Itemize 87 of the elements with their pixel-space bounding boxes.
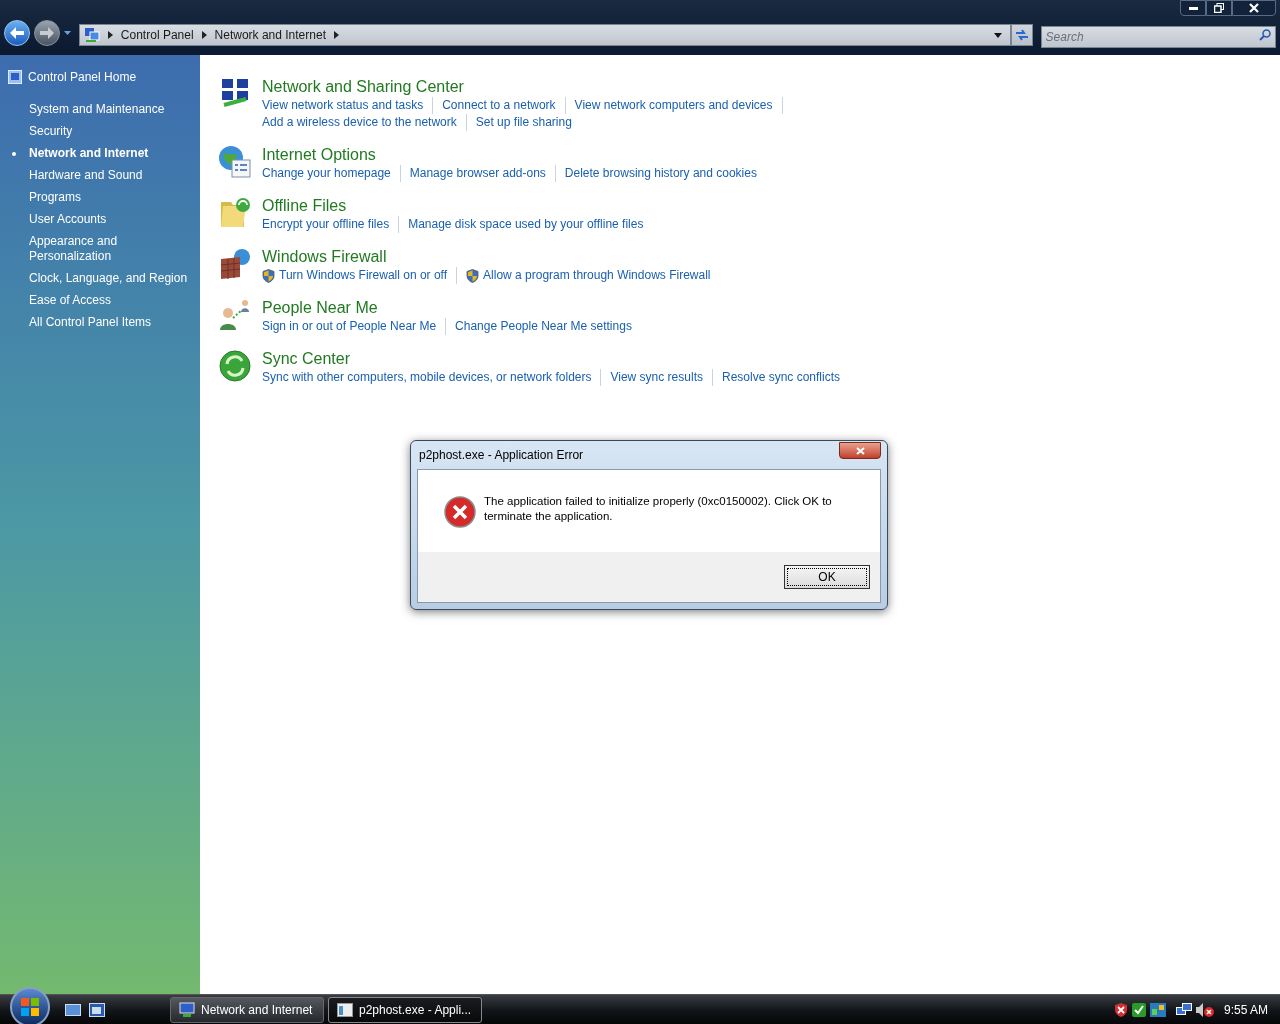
close-icon xyxy=(1249,3,1259,13)
minimize-button[interactable] xyxy=(1180,0,1206,16)
people-icon xyxy=(218,298,252,332)
restore-icon xyxy=(1214,3,1224,13)
folder-icon xyxy=(218,196,252,230)
back-button[interactable] xyxy=(4,20,30,46)
sidebar-gadgets-icon xyxy=(1149,1002,1166,1017)
minimize-icon xyxy=(1188,6,1198,10)
switch-windows-button[interactable] xyxy=(88,1001,106,1018)
chevron-right-icon xyxy=(334,31,339,39)
close-button[interactable] xyxy=(839,442,881,459)
window-icon xyxy=(337,1002,353,1017)
task-link[interactable]: Delete browsing history and cookies xyxy=(564,165,757,182)
task-link[interactable]: View sync results xyxy=(610,369,703,386)
breadcrumb-item[interactable]: Network and Internet xyxy=(214,26,326,44)
address-bar[interactable]: Control Panel Network and Internet xyxy=(78,24,1011,46)
checkmark-icon xyxy=(1131,1002,1146,1017)
sidebar-item[interactable]: Hardware and Sound xyxy=(29,168,199,183)
category-title-link[interactable]: People Near Me xyxy=(262,298,632,318)
windows-logo-icon xyxy=(21,997,39,1016)
task-link[interactable]: Sync with other computers, mobile devices, or network folders xyxy=(262,369,592,386)
task-link[interactable]: Manage browser add-ons xyxy=(409,165,546,182)
shield-icon xyxy=(466,268,480,283)
chevron-right-icon xyxy=(107,31,113,39)
globe-icon xyxy=(218,145,252,179)
chevron-right-icon xyxy=(201,31,207,39)
category-title-link[interactable]: Sync Center xyxy=(262,349,840,369)
dropdown-caret-icon xyxy=(993,32,1002,38)
dialog-title: p2phost.exe - Application Error xyxy=(418,447,584,464)
forward-arrow-icon xyxy=(39,27,54,39)
sidebar-item[interactable]: Appearance and Personalization xyxy=(29,234,199,264)
forward-button[interactable] xyxy=(33,20,60,46)
brick-wall-icon xyxy=(218,247,252,281)
sidebar-home-link[interactable]: Control Panel Home xyxy=(28,68,137,86)
task-link[interactable]: Change People Near Me settings xyxy=(455,318,632,335)
show-desktop-button[interactable] xyxy=(64,1001,82,1018)
dropdown-caret-icon xyxy=(63,31,71,35)
close-icon xyxy=(855,446,865,455)
task-link[interactable]: Manage disk space used by your offline files xyxy=(408,216,644,233)
category-title-link[interactable]: Offline Files xyxy=(262,196,644,216)
shield-icon xyxy=(262,268,275,283)
network-icon xyxy=(179,1001,195,1018)
breadcrumb-item[interactable]: Control Panel xyxy=(120,26,194,44)
error-message: The application failed to initialize properly (0xc0150002). Click OK to terminate the application. xyxy=(484,494,833,524)
sidebar-item[interactable]: Ease of Access xyxy=(29,293,199,308)
category-title-link[interactable]: Network and Sharing Center xyxy=(262,77,783,97)
task-link[interactable]: Encrypt your offline files xyxy=(262,216,390,233)
network-icon xyxy=(1175,1002,1192,1017)
restore-button[interactable] xyxy=(1206,0,1232,16)
refresh-button[interactable] xyxy=(1010,24,1033,46)
sidebar-item[interactable]: Programs xyxy=(29,190,199,205)
security-alert-icon xyxy=(1113,1002,1128,1017)
control-panel-icon xyxy=(8,70,22,84)
task-link[interactable]: View network computers and devices xyxy=(574,97,773,114)
error-icon xyxy=(444,496,476,528)
task-link[interactable]: Set up file sharing xyxy=(475,114,572,131)
category-title-link[interactable]: Internet Options xyxy=(262,145,757,165)
desktop-icon xyxy=(65,1003,81,1016)
task-link[interactable]: View network status and tasks xyxy=(262,97,424,114)
sidebar-item[interactable]: Network and Internet xyxy=(29,146,199,161)
search-field[interactable]: Search xyxy=(1040,26,1276,48)
control-panel-icon xyxy=(83,27,100,43)
refresh-arrows-icon xyxy=(1014,29,1029,41)
search-icon xyxy=(1259,29,1271,41)
sidebar-item[interactable]: System and Maintenance xyxy=(29,102,199,117)
taskbar-button[interactable]: p2phost.exe - Appli... xyxy=(328,996,482,1023)
volume-muted-icon xyxy=(1195,1002,1214,1017)
back-arrow-icon xyxy=(9,27,24,39)
task-link[interactable]: Change your homepage xyxy=(262,165,391,182)
sync-icon xyxy=(218,349,252,383)
sidebar-item[interactable]: Security xyxy=(29,124,199,139)
category-title-link[interactable]: Windows Firewall xyxy=(262,247,711,267)
task-link[interactable]: Add a wireless device to the network xyxy=(262,114,457,131)
bullet-icon xyxy=(12,152,16,156)
clock-text[interactable]: 9:55 AM xyxy=(1223,1000,1268,1019)
task-link[interactable]: Connect to a network xyxy=(442,97,556,114)
windows-stack-icon xyxy=(89,1002,105,1017)
task-link[interactable]: Sign in or out of People Near Me xyxy=(262,318,437,335)
sidebar-item[interactable]: Clock, Language, and Region xyxy=(29,271,199,286)
taskbar-button[interactable]: Network and Internet xyxy=(170,996,324,1023)
task-link[interactable]: Allow a program through Windows Firewall xyxy=(483,267,711,284)
task-link[interactable]: Turn Windows Firewall on or off xyxy=(279,267,448,284)
task-link[interactable]: Resolve sync conflicts xyxy=(721,369,840,386)
sidebar-item[interactable]: All Control Panel Items xyxy=(29,315,199,330)
close-button[interactable] xyxy=(1232,0,1276,16)
ok-button[interactable]: OK xyxy=(784,565,870,589)
sidebar-item[interactable]: User Accounts xyxy=(29,212,199,227)
